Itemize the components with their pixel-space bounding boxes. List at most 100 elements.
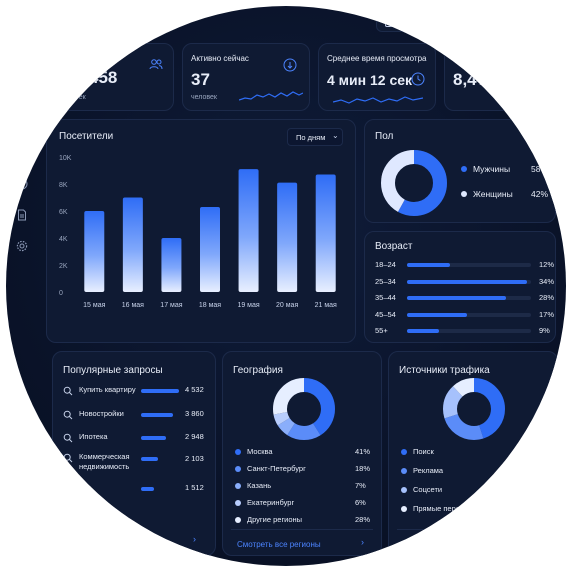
y-tick-label: 10K [59, 155, 72, 162]
age-label: 45–54 [375, 309, 396, 319]
age-bar-fill [407, 329, 439, 333]
traffic-card: Источники трафика Поиск Реклама Соцсети Пря… [388, 351, 558, 556]
query-bar [141, 436, 179, 440]
stat-label: Активно сейчас [191, 54, 249, 63]
search-icon [63, 386, 73, 396]
card-title: Популярные запросы [63, 365, 163, 376]
age-bar-fill [407, 263, 450, 267]
query-bar [141, 457, 179, 461]
y-tick-label: 2K [59, 263, 68, 270]
legend-value: 58% [531, 164, 549, 174]
query-label: недвижимость [79, 462, 130, 471]
age-bar-fill [407, 279, 528, 284]
clock-icon [411, 72, 425, 86]
visitors-chart: 10K 8K 6K 4K 2K 0 15 мая 16 мая 17 мая 18 мая 19 м… [59, 155, 337, 309]
bar[interactable] [161, 238, 182, 292]
search-icon [63, 453, 73, 463]
visitors-card: Посетители По дням ⌄ 10K 8K 6K 4K 2K 0 15 мая 1… [46, 119, 356, 343]
users-icon [149, 59, 163, 70]
dashboard: 458 ловек Активно сейчас 37 человек Сред… [6, 6, 566, 566]
age-bar [407, 312, 531, 317]
legend-label: Мужчины [473, 164, 511, 174]
query-bar [141, 487, 179, 491]
gender-card: Пол Мужчины 58% Женщины 42% [364, 119, 556, 223]
bar[interactable] [315, 174, 336, 292]
stat-card-visitors: 458 ловек [46, 43, 174, 111]
query-label: Коммерческая [79, 452, 130, 461]
traffic-label: Поиск [413, 447, 434, 456]
legend-dot [461, 166, 467, 172]
pointer-icon [283, 58, 297, 72]
stat-value: 8,4% [453, 70, 492, 89]
age-value: 17% [539, 309, 555, 319]
age-bar-fill [407, 296, 507, 300]
gear-icon[interactable] [16, 240, 28, 252]
query-bar [141, 389, 179, 393]
card-title: Источники трафика [399, 365, 490, 376]
legend-dot [235, 517, 241, 523]
all-regions-link[interactable]: Смотреть все регионы [237, 540, 321, 549]
x-tick-label: 15 мая [83, 302, 105, 309]
bar[interactable] [122, 197, 143, 293]
query-bar-fill [141, 457, 159, 461]
legend-dot [401, 468, 407, 474]
query-value: 4 532 [185, 385, 204, 394]
queries-card: Популярные запросы Купить квартиру 4 532 Н… [52, 351, 216, 556]
age-bar-fill [407, 312, 468, 317]
stat-value: 4 мин 12 сек [327, 72, 413, 88]
x-tick-label: 20 мая [276, 302, 298, 309]
bar[interactable] [200, 206, 220, 292]
legend-dot [235, 449, 241, 455]
document-icon[interactable] [16, 209, 28, 221]
traffic-label: Реклама [413, 466, 444, 475]
query-label: вестиции [59, 483, 92, 492]
card-title: География [233, 365, 283, 376]
chevron-right-icon[interactable]: › [361, 537, 364, 547]
legend-dot [401, 506, 407, 512]
geo-donut [273, 378, 335, 440]
geo-label: Казань [247, 481, 272, 490]
query-value: 1 512 [185, 483, 204, 492]
stat-label: Ко [453, 54, 463, 63]
age-bar [407, 296, 531, 300]
y-tick-label: 6K [59, 209, 68, 216]
legend-dot [401, 449, 407, 455]
search-icon [63, 410, 73, 420]
age-value: 12% [539, 260, 555, 269]
query-value: 3 860 [185, 409, 204, 418]
geo-value: 18% [355, 464, 371, 473]
chevron-right-icon[interactable]: › [193, 534, 196, 544]
x-tick-label: 17 мая [160, 302, 182, 309]
query-bar-fill [141, 436, 166, 440]
x-tick-label: 19 мая [237, 302, 259, 309]
geo-label: Москва [247, 447, 273, 456]
bar[interactable] [277, 182, 298, 292]
query-bar-fill [141, 487, 154, 491]
legend-label: Женщины [473, 189, 513, 199]
card-title: Возраст [375, 241, 413, 252]
traffic-label: Прямые переходы [413, 504, 478, 513]
traffic-link[interactable]: Смотре [403, 540, 431, 549]
age-label: 25–34 [375, 276, 396, 286]
traffic-donut [443, 378, 505, 440]
date-picker-button[interactable] [376, 10, 416, 32]
geo-value: 7% [355, 481, 366, 490]
bar[interactable] [238, 169, 259, 292]
stat-value: 37 [191, 70, 210, 89]
age-value: 28% [539, 293, 555, 302]
y-tick-label: 8K [59, 182, 68, 189]
geo-value: 41% [355, 447, 371, 456]
sparkline [239, 91, 303, 101]
stat-value: 458 [89, 68, 118, 87]
stat-sub: ловек [67, 94, 86, 101]
age-label: 18–24 [375, 260, 396, 269]
legend-dot [461, 191, 467, 197]
age-value: 34% [539, 276, 555, 286]
globe-icon[interactable] [16, 178, 28, 190]
geo-label: Екатеринбург [247, 498, 295, 507]
query-label: Ипотека [79, 432, 108, 441]
stat-sub: человек [191, 94, 217, 101]
age-card: Возраст 18–24 12% 25–34 34% 35–44 28% 45–54 17%… [364, 231, 556, 343]
y-tick-label: 0 [59, 290, 63, 297]
bar[interactable] [84, 211, 105, 292]
